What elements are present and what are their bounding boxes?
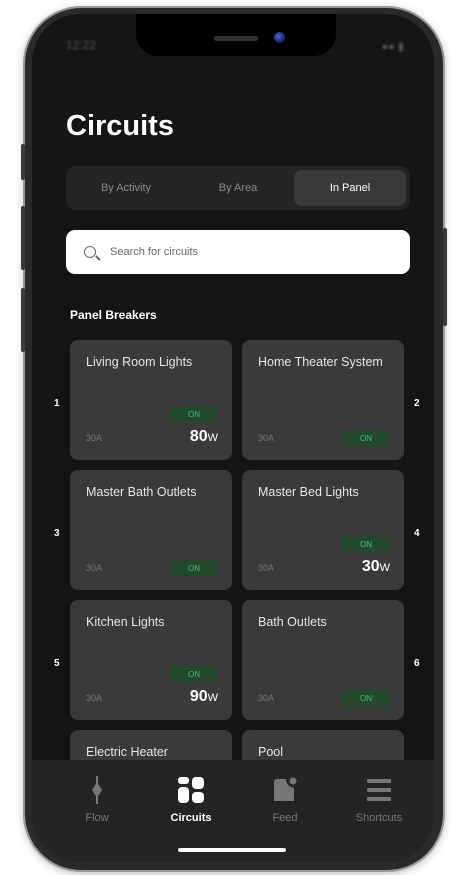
circuits-icon [178, 777, 204, 803]
section-title: Panel Breakers [70, 308, 157, 322]
power-reading: 80W [189, 428, 218, 445]
breaker-card-master-bed-lights[interactable]: Master Bed Lights ON 30A 30W [242, 470, 404, 590]
slot-number: 6 [414, 658, 420, 669]
search-icon [84, 246, 96, 258]
status-time: 12:22 [66, 38, 97, 52]
tab-circuits[interactable]: Circuits [146, 776, 236, 824]
breaker-name: Kitchen Lights [86, 615, 165, 629]
camera-icon [274, 32, 285, 43]
app-screen: 12:22 ●● ▮ Circuits By Activity By Area … [32, 14, 434, 862]
status-icons: ●● ▮ [381, 41, 404, 53]
slot-number: 1 [54, 398, 60, 409]
breaker-name: Master Bed Lights [258, 485, 359, 499]
tab-label: Feed [272, 812, 298, 824]
power-reading: 30W [361, 558, 390, 575]
view-segmented-control: By Activity By Area In Panel [66, 166, 410, 210]
breaker-amps: 30A [258, 433, 275, 443]
slot-number: 5 [54, 658, 60, 669]
breaker-amps: 30A [258, 563, 275, 573]
breaker-name: Pool [258, 745, 284, 759]
tab-label: Circuits [170, 812, 212, 824]
slot-number: 3 [54, 528, 60, 539]
tab-feed[interactable]: Feed [240, 776, 330, 824]
tab-label: Shortcuts [355, 812, 403, 824]
shortcuts-icon [367, 779, 391, 801]
power-reading: 90W [189, 688, 218, 705]
breaker-amps: 30A [86, 563, 103, 573]
volume-up-button [21, 206, 25, 270]
status-badge: ON [170, 561, 218, 576]
tab-bar: Flow Circuits Feed Shortcuts [32, 760, 434, 862]
breaker-amps: 30A [258, 693, 275, 703]
breaker-amps: 30A [86, 433, 103, 443]
breaker-card-kitchen-lights[interactable]: Kitchen Lights ON 30A 90W [70, 600, 232, 720]
slot-number: 4 [414, 528, 420, 539]
breaker-name: Home Theater System [258, 355, 383, 369]
page-title: Circuits [66, 110, 174, 142]
home-indicator[interactable] [178, 848, 286, 852]
search-bar[interactable] [66, 230, 410, 274]
slot-number: 2 [414, 398, 420, 409]
segment-in-panel[interactable]: In Panel [294, 170, 406, 206]
tab-flow[interactable]: Flow [52, 776, 142, 824]
breaker-card-master-bath-outlets[interactable]: Master Bath Outlets 30A ON [70, 470, 232, 590]
breaker-name: Bath Outlets [258, 615, 327, 629]
breaker-amps: 30A [86, 693, 103, 703]
tab-shortcuts[interactable]: Shortcuts [334, 776, 424, 824]
speaker-grille [214, 36, 258, 41]
mute-switch [21, 144, 25, 180]
segment-by-activity[interactable]: By Activity [70, 170, 182, 206]
breaker-name: Master Bath Outlets [86, 485, 197, 499]
notch [136, 14, 336, 56]
status-badge: ON [342, 537, 390, 552]
power-button [443, 228, 447, 326]
feed-icon [274, 777, 297, 801]
flow-icon [92, 776, 102, 804]
tab-label: Flow [85, 812, 109, 824]
status-badge: ON [170, 407, 218, 422]
breaker-name: Electric Heater [86, 745, 168, 759]
volume-down-button [21, 288, 25, 352]
search-input[interactable] [108, 245, 372, 259]
breaker-card-home-theater-system[interactable]: Home Theater System 30A ON [242, 340, 404, 460]
status-badge: ON [342, 691, 390, 706]
breaker-name: Living Room Lights [86, 355, 193, 369]
status-badge: ON [342, 431, 390, 446]
segment-by-area[interactable]: By Area [182, 170, 294, 206]
breaker-card-bath-outlets[interactable]: Bath Outlets 30A ON [242, 600, 404, 720]
breaker-card-living-room-lights[interactable]: Living Room Lights ON 30A 80W [70, 340, 232, 460]
status-badge: ON [170, 667, 218, 682]
